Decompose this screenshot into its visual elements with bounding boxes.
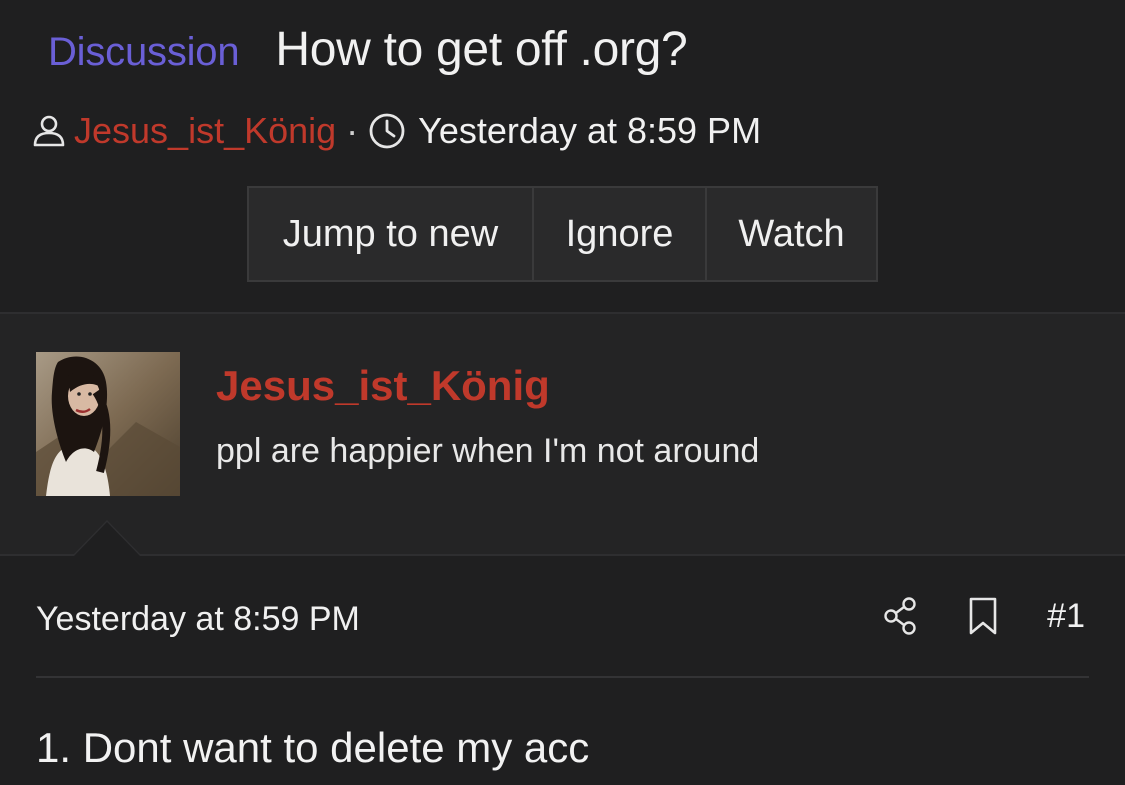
share-icon[interactable] [883,596,919,636]
post-author-block: Jesus_ist_König ppl are happier when I'm… [0,312,1125,556]
thread-meta: Jesus_ist_König · Yesterday at 8:59 PM [30,110,761,152]
jump-to-new-button[interactable]: Jump to new [249,188,532,280]
ignore-button[interactable]: Ignore [532,188,705,280]
user-title: ppl are happier when I'm not around [216,432,760,470]
thread-start-time[interactable]: Yesterday at 8:59 PM [418,110,761,152]
post-date[interactable]: Yesterday at 8:59 PM [36,600,360,639]
post-divider [36,676,1089,678]
thread-action-buttons: Jump to new Ignore Watch [247,186,878,282]
post-number-link[interactable]: #1 [1047,597,1085,636]
post-content: Yesterday at 8:59 PM #1 1. Dont want to … [0,556,1125,785]
watch-button[interactable]: Watch [705,188,876,280]
post-author-name[interactable]: Jesus_ist_König [216,362,550,410]
meta-separator: · [346,110,359,151]
clock-icon [368,112,406,150]
thread-title: How to get off .org? [275,23,688,76]
thread-page: Discussion How to get off .org? Jesus_is… [0,0,1125,785]
title-row: Discussion How to get off .org? [48,22,688,77]
thread-author-link[interactable]: Jesus_ist_König [74,110,336,152]
user-icon [30,112,68,150]
message-pointer [74,522,140,556]
avatar[interactable] [36,352,180,496]
post-actions: #1 [883,594,1085,638]
thread-prefix-label[interactable]: Discussion [48,30,240,75]
bookmark-icon[interactable] [965,596,1001,636]
thread-header: Discussion How to get off .org? Jesus_is… [0,0,1125,312]
post-body-text: 1. Dont want to delete my acc [36,724,590,771]
